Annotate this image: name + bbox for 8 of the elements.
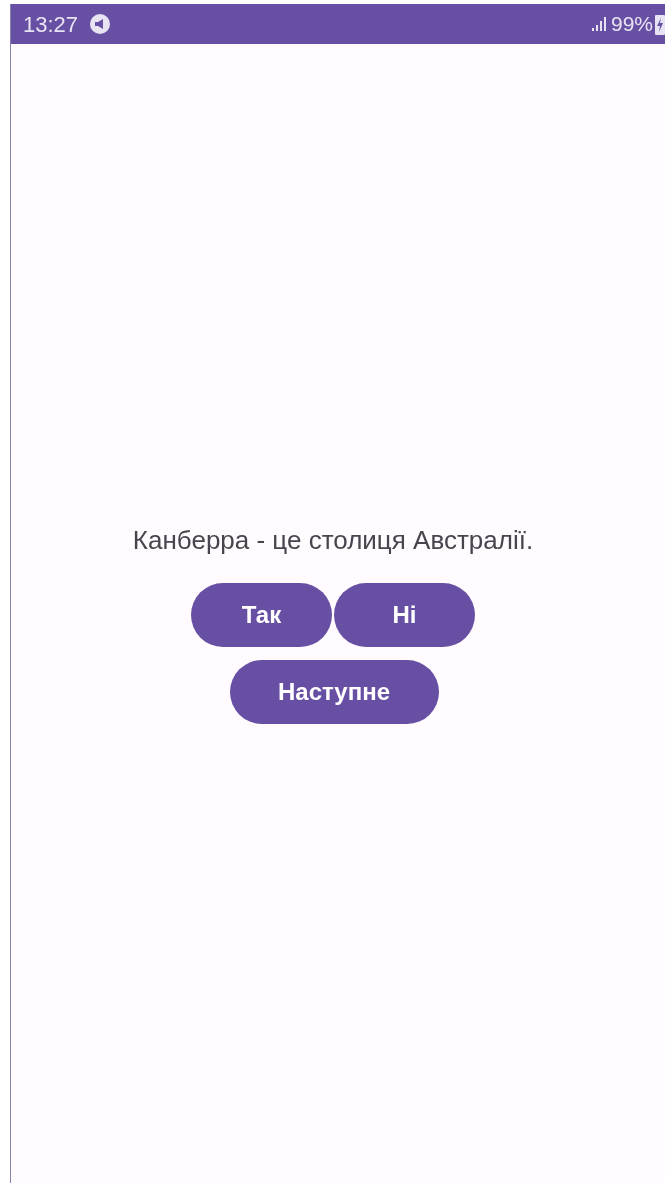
megaphone-icon <box>90 14 111 34</box>
answer-button[interactable]: Так <box>191 583 332 647</box>
signal-icon <box>590 16 607 32</box>
battery-percent: 99% <box>610 11 653 38</box>
answer-button[interactable]: Ні <box>334 583 475 647</box>
question-text: Канберра - це столиця Австралії. <box>131 524 535 557</box>
status-time: 13:27 <box>23 10 79 39</box>
next-button[interactable]: Наступне <box>229 660 439 724</box>
